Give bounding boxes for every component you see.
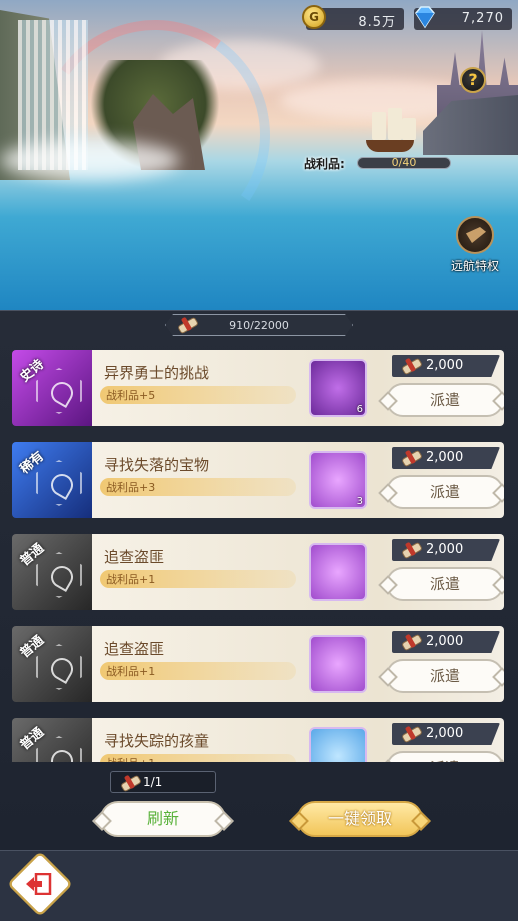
cost-value: 2,000 <box>426 726 464 741</box>
dispatch-button[interactable]: 派遣 <box>386 567 504 601</box>
gold-resource: G 8.5万 <box>302 5 404 30</box>
scroll-emblem-icon <box>36 644 82 690</box>
crest-badge-icon[interactable]: 6 <box>309 359 367 417</box>
diamond-value: 7,270 <box>461 11 504 26</box>
scroll-icon <box>400 542 422 558</box>
scroll-emblem-icon <box>36 368 82 414</box>
diamond-icon <box>415 6 435 29</box>
quest-card: 普通 追查盗匪 战利品+1 2,000 派遣 <box>12 534 504 610</box>
dispatch-button[interactable]: 派遣 <box>386 475 504 509</box>
quest-title: 异界勇士的挑战 <box>104 364 210 382</box>
reward-text: 战利品+3 <box>106 481 156 494</box>
loot-progress-bar: 0/40 <box>357 157 451 169</box>
reward-text: 战利品+1 <box>106 665 156 678</box>
quest-list[interactable]: 史诗 异界勇士的挑战 战利品+5 6 2,000 派遣 稀有 寻找失落的宝物 战… <box>12 350 504 762</box>
cost-value: 2,000 <box>426 542 464 557</box>
reward-bar: 战利品+1 <box>100 662 296 680</box>
voyage-privilege-label: 远航特权 <box>450 259 499 273</box>
treasure-chest-icon[interactable]: 3 <box>309 451 367 509</box>
quest-actions: 2,000 派遣 <box>380 626 504 702</box>
reward-text: 战利品+1 <box>106 573 156 586</box>
refresh-button[interactable]: 刷新 <box>100 801 226 837</box>
quest-title: 追查盗匪 <box>104 640 165 658</box>
rarity-tag: 史诗 <box>12 350 94 426</box>
quest-actions: 2,000 派遣 <box>380 534 504 610</box>
reward-text: 战利品+1 <box>106 755 155 762</box>
reward-bar: 战利品+1 <box>100 570 296 588</box>
quest-card: 普通 寻找失踪的孩童 战利品+1 2,000 派遣 <box>12 718 504 762</box>
dispatch-cost: 2,000 <box>392 355 500 377</box>
voyage-scene <box>0 0 518 310</box>
refresh-counter: 1/1 <box>110 771 216 793</box>
scroll-icon <box>119 775 141 791</box>
dispatch-button[interactable]: 派遣 <box>386 659 504 693</box>
reward-text: 战利品+5 <box>106 389 156 402</box>
puzzle-all-icon[interactable] <box>309 727 367 762</box>
quest-info: 异界勇士的挑战 战利品+5 6 <box>92 350 382 426</box>
voyage-privilege-button[interactable]: 远航特权 <box>446 216 504 276</box>
scroll-icon <box>400 726 422 742</box>
item-count: 6 <box>356 404 363 415</box>
refresh-count: 1/1 <box>143 775 163 789</box>
quest-actions: 2,000 派遣 <box>380 442 504 518</box>
scroll-emblem-icon <box>36 460 82 506</box>
cost-value: 2,000 <box>426 450 464 465</box>
quest-info: 寻找失踪的孩童 战利品+1 <box>92 718 382 762</box>
dispatch-button[interactable]: 派遣 <box>386 751 504 762</box>
treasure-chest-icon[interactable] <box>309 635 367 693</box>
cost-value: 2,000 <box>426 634 464 649</box>
scroll-count: 910/22000 <box>229 319 289 332</box>
dispatch-button[interactable]: 派遣 <box>386 383 504 417</box>
exit-door-icon <box>26 873 52 895</box>
quest-card: 史诗 异界勇士的挑战 战利品+5 6 2,000 派遣 <box>12 350 504 426</box>
spyglass-icon <box>456 216 494 254</box>
quest-title: 寻找失踪的孩童 <box>104 732 210 750</box>
cost-value: 2,000 <box>426 358 464 373</box>
scroll-emblem-icon <box>36 552 82 598</box>
quest-info: 追查盗匪 战利品+1 <box>92 534 382 610</box>
collect-all-button[interactable]: 一键领取 <box>297 801 423 837</box>
scroll-icon <box>400 634 422 650</box>
footer-bar <box>0 850 518 921</box>
dispatch-cost: 2,000 <box>392 539 500 561</box>
quest-card: 稀有 寻找失落的宝物 战利品+3 3 2,000 派遣 <box>12 442 504 518</box>
quest-title: 追查盗匪 <box>104 548 165 566</box>
rarity-tag: 普通 <box>12 718 94 762</box>
reward-bar: 战利品+5 <box>100 386 296 404</box>
quest-actions: 2,000 派遣 <box>380 350 504 426</box>
quest-info: 追查盗匪 战利品+1 <box>92 626 382 702</box>
ship-icon[interactable] <box>362 106 418 152</box>
reward-bar: 战利品+1 <box>100 754 296 762</box>
quest-card: 普通 追查盗匪 战利品+1 2,000 派遣 <box>12 626 504 702</box>
help-button[interactable]: ? <box>460 67 486 93</box>
dispatch-cost: 2,000 <box>392 631 500 653</box>
rarity-tag: 稀有 <box>12 442 94 518</box>
scroll-counter: 910/22000 <box>165 314 353 336</box>
reward-bar: 战利品+3 <box>100 478 296 496</box>
quest-actions: 2,000 派遣 <box>380 718 504 762</box>
item-count: 3 <box>356 496 363 507</box>
gold-coin-icon: G <box>302 5 326 29</box>
scroll-icon <box>400 358 422 374</box>
quest-title: 寻找失落的宝物 <box>104 456 210 474</box>
rarity-tag: 普通 <box>12 534 94 610</box>
loot-label: 战利品: <box>304 157 345 171</box>
dispatch-cost: 2,000 <box>392 447 500 469</box>
scroll-icon <box>400 450 422 466</box>
water-splash <box>0 140 180 180</box>
treasure-chest-icon[interactable] <box>309 543 367 601</box>
dispatch-cost: 2,000 <box>392 723 500 745</box>
gold-value: 8.5万 <box>358 15 396 30</box>
quest-info: 寻找失落的宝物 战利品+3 3 <box>92 442 382 518</box>
rarity-tag: 普通 <box>12 626 94 702</box>
loot-progress-text: 0/40 <box>391 157 417 169</box>
diamond-resource: 7,270 <box>414 6 512 30</box>
